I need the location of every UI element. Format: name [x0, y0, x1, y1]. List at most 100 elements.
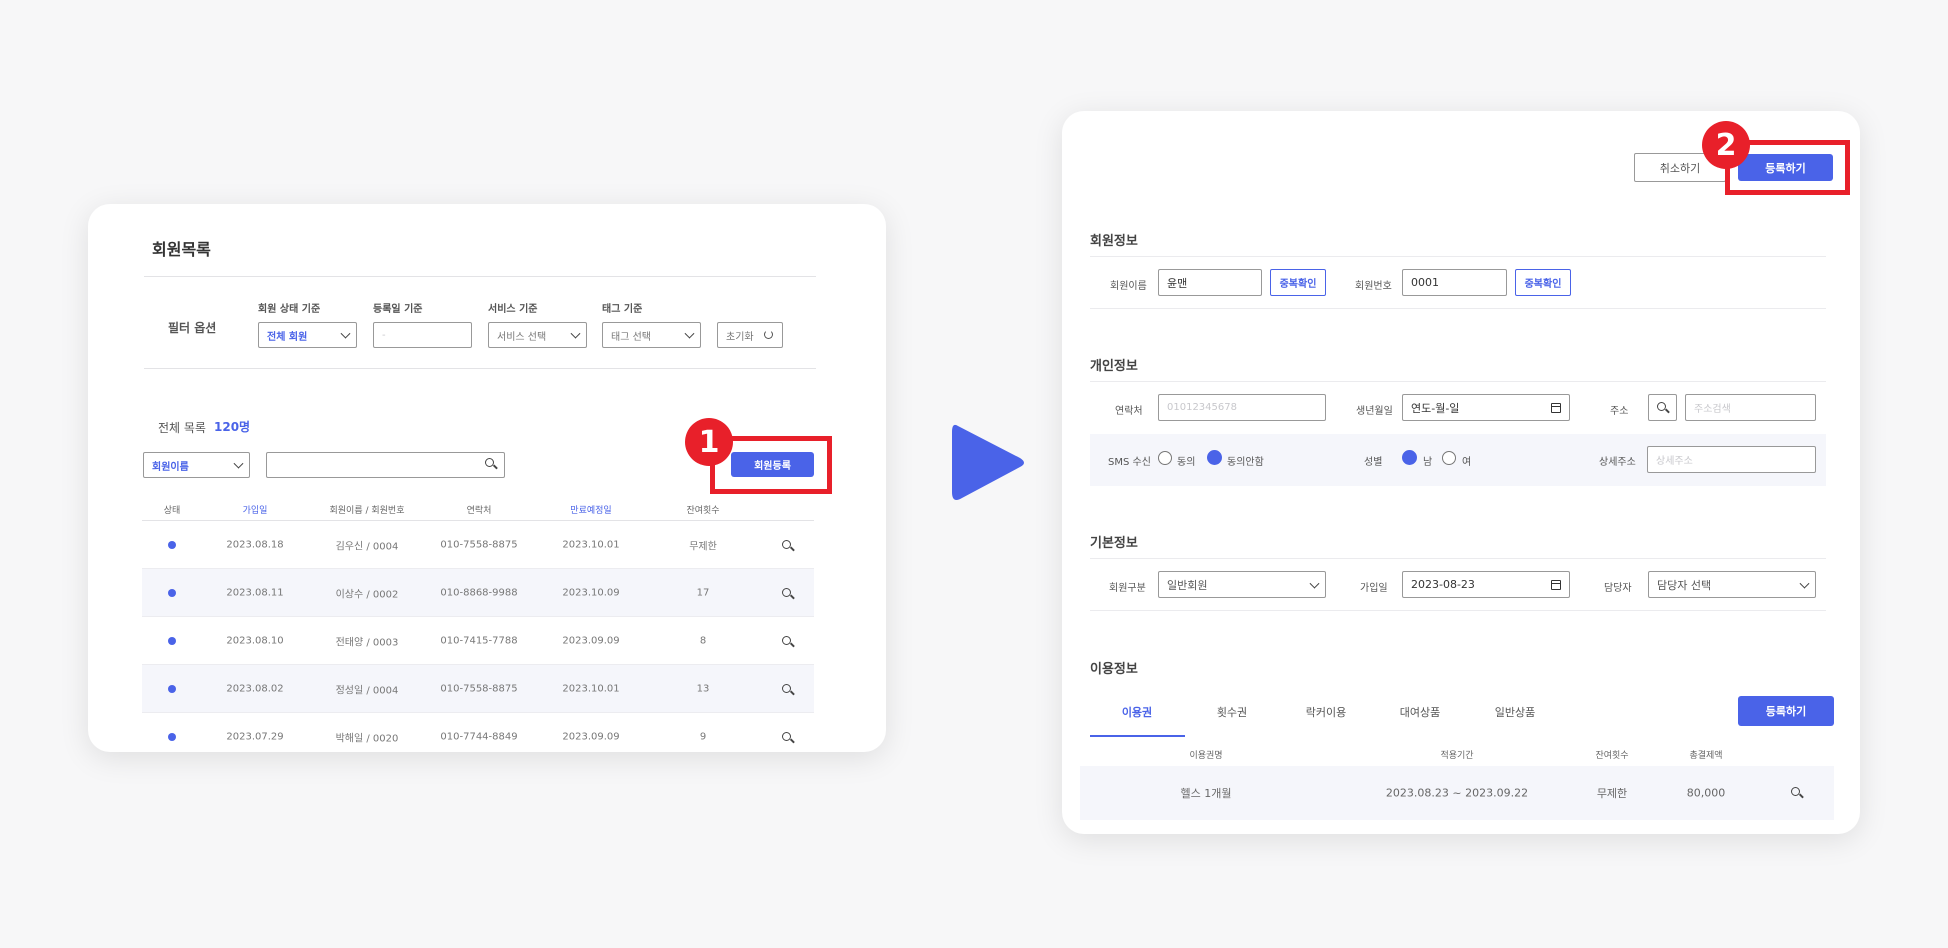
cell-remaining: 13: [696, 683, 710, 695]
search-icon[interactable]: [782, 732, 791, 741]
search-icon[interactable]: [782, 636, 791, 645]
sms-disagree-label: 동의안함: [1227, 457, 1264, 468]
sms-agree-radio[interactable]: [1158, 451, 1172, 465]
gender-male-label: 남: [1423, 457, 1433, 468]
phone-input[interactable]: 01012345678: [1158, 394, 1326, 421]
col-remaining: 잔여횟수: [686, 506, 720, 516]
tab-membership[interactable]: 이용권: [1122, 704, 1152, 720]
cell-name: 김우신 / 0004: [335, 541, 399, 553]
tab-locker[interactable]: 락커이용: [1306, 704, 1346, 720]
tag-select[interactable]: 태그 선택: [602, 322, 701, 348]
search-icon[interactable]: [485, 458, 494, 467]
tab-general[interactable]: 일반상품: [1495, 704, 1535, 720]
status-select[interactable]: 전체 회원: [258, 322, 357, 348]
service-select-value: 서비스 선택: [497, 331, 547, 343]
member-type-select[interactable]: 일반회원: [1158, 571, 1326, 598]
cell-joined: 2023.08.10: [226, 635, 284, 647]
next-arrow-icon: [952, 424, 1024, 500]
status-dot: [168, 589, 176, 597]
tab-rental[interactable]: 대여상품: [1400, 704, 1440, 720]
reset-label: 초기화: [726, 331, 754, 343]
member-type-value: 일반회원: [1167, 578, 1208, 592]
chevron-down-icon: [233, 458, 244, 469]
cell-expires: 2023.09.09: [562, 635, 620, 647]
divider: [142, 664, 814, 665]
chevron-down-icon: [340, 328, 351, 339]
cell-remaining: 8: [699, 635, 707, 647]
service-select[interactable]: 서비스 선택: [488, 322, 587, 348]
table-row[interactable]: 2023.08.10 전태양 / 0003 010-7415-7788 2023…: [142, 617, 814, 665]
divider: [1090, 256, 1826, 257]
refresh-icon: [764, 330, 773, 339]
status-dot: [168, 541, 176, 549]
divider: [142, 712, 814, 713]
reset-button[interactable]: 초기화: [717, 322, 783, 348]
join-date-input[interactable]: 2023-08-23: [1402, 571, 1570, 598]
divider: [142, 616, 814, 617]
cell-phone: 010-8868-9988: [440, 587, 518, 599]
cell-phone: 010-7558-8875: [440, 539, 518, 551]
table-row[interactable]: 2023.08.11 이상수 / 0002 010-8868-9988 2023…: [142, 569, 814, 617]
table-row[interactable]: 2023.08.18 김우신 / 0004 010-7558-8875 2023…: [142, 521, 814, 569]
date-input[interactable]: -: [373, 322, 472, 348]
table-row[interactable]: 2023.08.02 정성일 / 0004 010-7558-8875 2023…: [142, 665, 814, 713]
birth-date-value: 연도-월-일: [1411, 401, 1460, 415]
col-phone: 연락처: [466, 506, 492, 516]
cell-name: 정성일 / 0004: [335, 685, 399, 697]
number-check-button[interactable]: 중복확인: [1515, 269, 1571, 296]
cell-phone: 010-7415-7788: [440, 635, 518, 647]
manager-select[interactable]: 담당자 선택: [1648, 571, 1816, 598]
search-icon[interactable]: [1791, 787, 1800, 796]
sms-agree-label: 동의: [1177, 457, 1196, 468]
personal-info-title: 개인정보: [1090, 359, 1138, 374]
member-name-input[interactable]: 윤맨: [1158, 269, 1262, 296]
address-label: 주소: [1610, 406, 1629, 417]
table-row[interactable]: 헬스 1개월 2023.08.23 ~ 2023.09.22 무제한 80,00…: [1080, 766, 1834, 820]
gender-female-radio[interactable]: [1442, 451, 1456, 465]
address-input[interactable]: 주소검색: [1685, 394, 1816, 421]
sms-disagree-radio[interactable]: [1207, 450, 1222, 465]
chevron-down-icon: [1309, 578, 1320, 589]
search-input[interactable]: [266, 452, 505, 478]
cell-pass-name: 헬스 1개월: [1180, 787, 1232, 800]
name-label: 회원이름: [1110, 281, 1147, 292]
detail-address-input[interactable]: 상세주소: [1647, 446, 1816, 473]
step-badge-2: 2: [1702, 121, 1750, 169]
chevron-down-icon: [684, 328, 695, 339]
gender-male-radio[interactable]: [1402, 450, 1417, 465]
member-number-input[interactable]: 0001: [1402, 269, 1507, 296]
divider: [1090, 308, 1826, 309]
usage-register-button[interactable]: 등록하기: [1738, 696, 1834, 726]
cell-phone: 010-7558-8875: [440, 683, 518, 695]
table-row[interactable]: 2023.07.29 박해일 / 0020 010-7744-8849 2023…: [142, 713, 814, 752]
birth-label: 생년월일: [1356, 406, 1393, 417]
filter-tag-label: 태그 기준: [602, 304, 643, 315]
sms-label: SMS 수신: [1108, 457, 1151, 468]
tab-count-pass[interactable]: 횟수권: [1217, 704, 1247, 720]
birth-date-input[interactable]: 연도-월-일: [1402, 394, 1570, 421]
join-date-value: 2023-08-23: [1411, 578, 1475, 591]
search-icon[interactable]: [782, 540, 791, 549]
filter-label: 필터 옵션: [168, 321, 217, 335]
col-expires[interactable]: 만료예정일: [570, 503, 611, 516]
number-label: 회원번호: [1355, 281, 1392, 292]
status-dot: [168, 685, 176, 693]
member-register-screen: 취소하기 등록하기 2 회원정보 회원이름 윤맨 중복확인 회원번호 0001 …: [1062, 111, 1860, 834]
search-icon[interactable]: [782, 588, 791, 597]
cell-expires: 2023.10.09: [562, 587, 620, 599]
basic-info-title: 기본정보: [1090, 536, 1138, 551]
submit-button[interactable]: 등록하기: [1738, 154, 1833, 181]
name-check-button[interactable]: 중복확인: [1270, 269, 1326, 296]
search-icon[interactable]: [782, 684, 791, 693]
gender-label: 성별: [1364, 457, 1383, 468]
address-search-button[interactable]: [1648, 394, 1677, 421]
gender-female-label: 여: [1462, 457, 1472, 468]
divider: [1090, 558, 1826, 559]
calendar-icon[interactable]: [1551, 580, 1561, 590]
col-joined[interactable]: 가입일: [243, 503, 268, 516]
filter-status-label: 회원 상태 기준: [258, 304, 321, 315]
calendar-icon[interactable]: [1551, 403, 1561, 413]
detail-address-label: 상세주소: [1599, 457, 1636, 468]
search-type-select[interactable]: 회원이름: [143, 452, 250, 478]
register-member-button[interactable]: 회원등록: [731, 452, 814, 477]
